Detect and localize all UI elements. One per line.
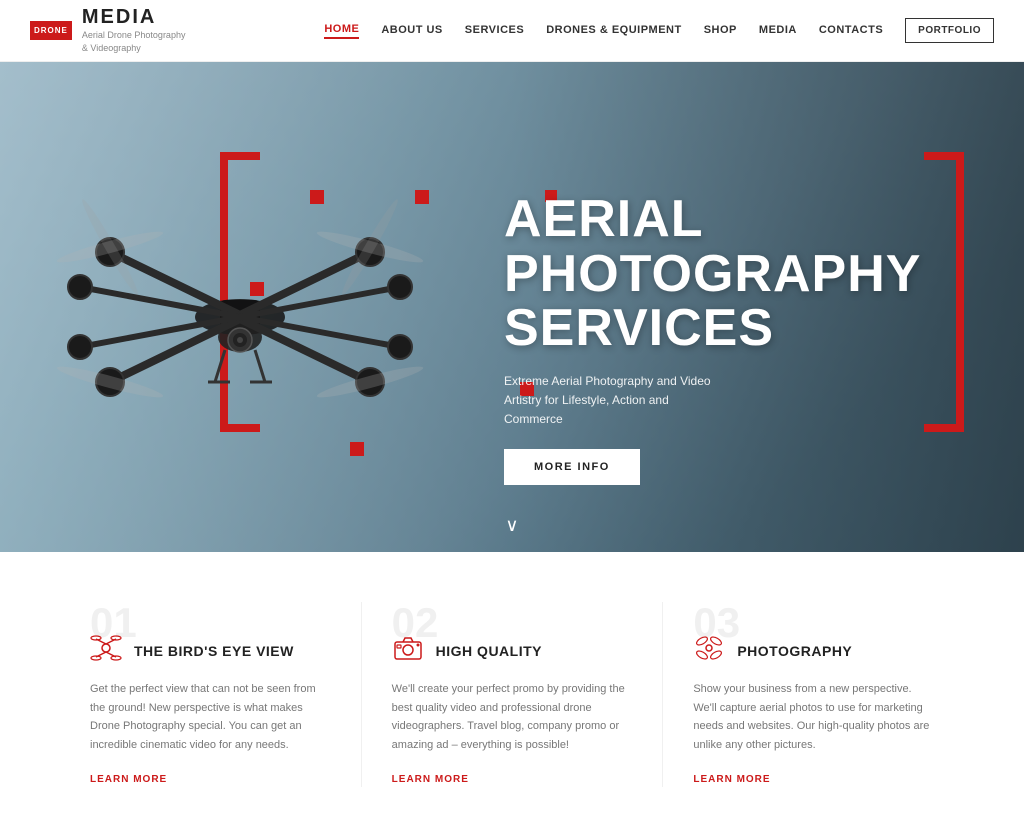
feature-desc-2: We'll create your perfect promo by provi… <box>392 680 633 755</box>
nav-item-shop[interactable]: SHOP <box>704 24 737 38</box>
feature-heading-2: HIGH QUALITY <box>436 643 542 659</box>
features-section: 01 THE BIRD'S EYE VIEW Get the perfect v… <box>0 552 1024 827</box>
hero-section: AERIAL PHOTOGRAPHY SERVICES Extreme Aeri… <box>0 62 1024 552</box>
main-nav: HOME ABOUT US SERVICES DRONES & EQUIPMEN… <box>324 18 994 43</box>
logo-tagline: Aerial Drone Photography & Videography <box>82 29 186 54</box>
hero-title: AERIAL PHOTOGRAPHY SERVICES <box>504 192 924 356</box>
nav-item-about[interactable]: ABOUT US <box>381 24 442 38</box>
feature-col-3: 03 PHOTOGRAPHY Show your business from a… <box>663 602 964 787</box>
nav-item-portfolio[interactable]: PORTFOLIO <box>905 18 994 43</box>
hero-content: AERIAL PHOTOGRAPHY SERVICES Extreme Aeri… <box>504 192 924 485</box>
feature-link-3[interactable]: LEARN MORE <box>693 774 770 785</box>
drone-image <box>30 122 450 502</box>
bracket-right <box>924 152 964 432</box>
hero-cta-button[interactable]: MORE INFO <box>504 449 640 485</box>
feature-link-2[interactable]: LEARN MORE <box>392 774 469 785</box>
header: DRONE MEDIA Aerial Drone Photography & V… <box>0 0 1024 62</box>
hero-subtitle: Extreme Aerial Photography and Video Art… <box>504 372 724 430</box>
feature-col-2: 02 HIGH QUALITY We'll create your perfec… <box>362 602 664 787</box>
feature-desc-1: Get the perfect view that can not be see… <box>90 680 331 755</box>
drone-icon <box>90 634 122 668</box>
nav-item-drones[interactable]: DRONES & EQUIPMENT <box>546 24 682 38</box>
nav-item-media[interactable]: MEDIA <box>759 24 797 38</box>
propeller-icon <box>693 634 725 668</box>
logo-box: DRONE <box>30 21 72 41</box>
logo-area: DRONE MEDIA Aerial Drone Photography & V… <box>30 6 185 54</box>
nav-item-home[interactable]: HOME <box>324 23 359 39</box>
feature-heading-3: PHOTOGRAPHY <box>737 643 852 659</box>
feature-col-1: 01 THE BIRD'S EYE VIEW Get the perfect v… <box>60 602 362 787</box>
feature-heading-1: THE BIRD'S EYE VIEW <box>134 643 294 659</box>
scroll-down-arrow[interactable]: ∨ <box>505 515 518 536</box>
nav-item-contacts[interactable]: CONTACTS <box>819 24 883 38</box>
camera-icon <box>392 634 424 668</box>
nav-item-services[interactable]: SERVICES <box>465 24 524 38</box>
feature-link-1[interactable]: LEARN MORE <box>90 774 167 785</box>
feature-desc-3: Show your business from a new perspectiv… <box>693 680 934 755</box>
logo-brand: MEDIA <box>82 6 186 29</box>
